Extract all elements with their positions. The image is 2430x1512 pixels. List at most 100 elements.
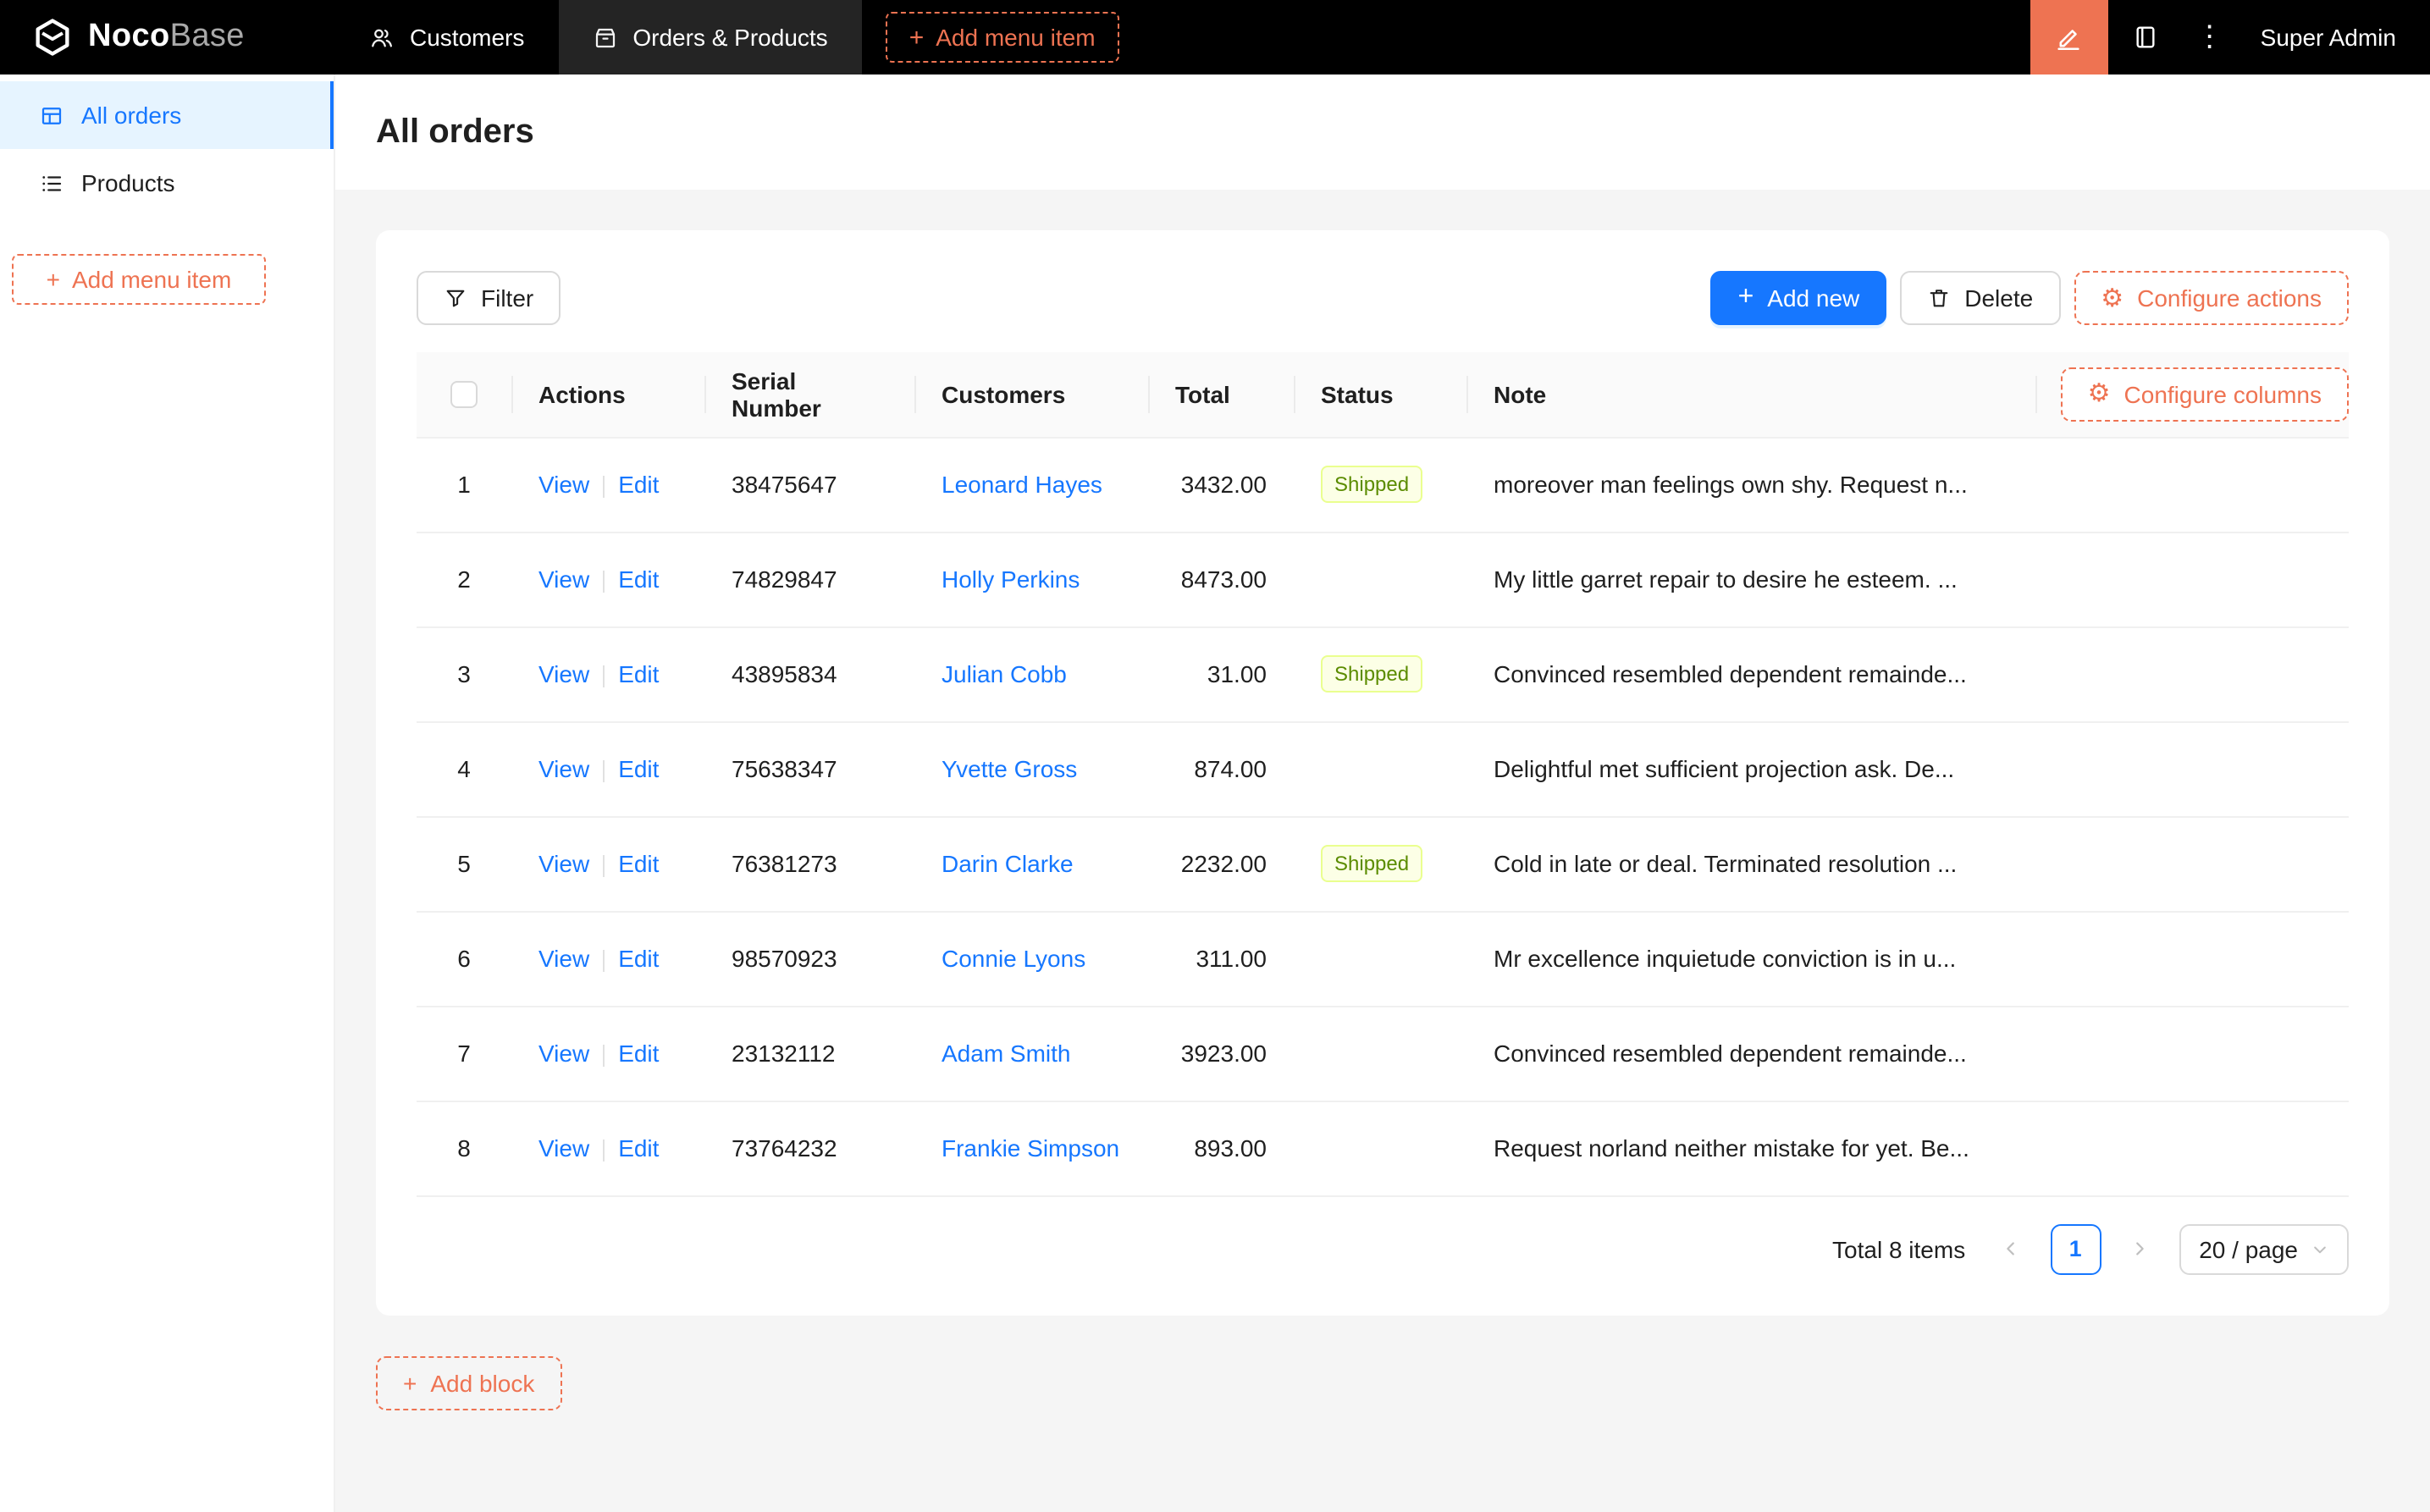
view-link[interactable]: View: [538, 1040, 589, 1067]
nocobase-logo[interactable]: NocoBase: [0, 0, 335, 74]
trash-icon: [1927, 286, 1951, 310]
customer-cell: Frankie Simpson: [914, 1101, 1148, 1195]
action-divider: [603, 1140, 605, 1162]
ui-editor-button[interactable]: [2030, 0, 2108, 74]
serial-number-cell: 43895834: [704, 626, 914, 721]
note-cell: Delightful met sufficient projection ask…: [1466, 721, 2349, 816]
add-block-button[interactable]: + Add block: [376, 1355, 561, 1410]
nav-item-orders-products[interactable]: Orders & Products: [558, 0, 861, 74]
header-right: ⋮ Super Admin: [2030, 0, 2430, 74]
table-row: 2 ViewEdit 74829847 Holly Perkins 8473.0…: [417, 532, 2349, 626]
header-add-menu-item-button[interactable]: + Add menu item: [886, 12, 1119, 63]
pagination-page-1[interactable]: 1: [2050, 1223, 2101, 1274]
column-header-customers: Customers: [914, 352, 1148, 437]
table-row: 4 ViewEdit 75638347 Yvette Gross 874.00 …: [417, 721, 2349, 816]
chevron-down-icon: [2311, 1240, 2328, 1257]
serial-number-cell: 76381273: [704, 816, 914, 911]
row-index-cell: 1: [417, 437, 511, 532]
user-menu[interactable]: Super Admin: [2237, 0, 2430, 74]
pen-icon: [2055, 23, 2084, 52]
serial-number-cell: 98570923: [704, 911, 914, 1006]
column-header-serial-number: Serial Number: [704, 352, 914, 437]
edit-link[interactable]: Edit: [618, 945, 659, 972]
customer-link[interactable]: Leonard Hayes: [942, 471, 1102, 498]
sidebar-item-all-orders[interactable]: All orders: [0, 81, 334, 149]
edit-link[interactable]: Edit: [618, 566, 659, 593]
status-tag: Shipped: [1321, 466, 1422, 503]
serial-number-cell: 23132112: [704, 1006, 914, 1101]
note-cell: Convinced resembled dependent remainde..…: [1466, 626, 2349, 721]
customer-link[interactable]: Adam Smith: [942, 1040, 1071, 1067]
row-index-cell: 5: [417, 816, 511, 911]
customer-link[interactable]: Frankie Simpson: [942, 1134, 1119, 1162]
table-row: 5 ViewEdit 76381273 Darin Clarke 2232.00…: [417, 816, 2349, 911]
table-row: 1 ViewEdit 38475647 Leonard Hayes 3432.0…: [417, 437, 2349, 532]
pagination-prev-button[interactable]: [1985, 1223, 2036, 1274]
column-header-total: Total: [1148, 352, 1294, 437]
orders-table: Actions Serial Number Customers Total St…: [417, 352, 2349, 1196]
view-link[interactable]: View: [538, 566, 589, 593]
customer-link[interactable]: Connie Lyons: [942, 945, 1085, 972]
total-cell: 3432.00: [1148, 437, 1294, 532]
status-tag: Shipped: [1321, 845, 1422, 882]
row-actions-cell: View Edit: [511, 1101, 704, 1195]
status-cell: [1294, 721, 1466, 816]
plus-icon: +: [1738, 284, 1754, 312]
edit-link[interactable]: Edit: [618, 1040, 659, 1067]
edit-link[interactable]: Edit: [618, 1134, 659, 1162]
customer-cell: Adam Smith: [914, 1006, 1148, 1101]
edit-link[interactable]: Edit: [618, 850, 659, 877]
view-link[interactable]: View: [538, 471, 589, 498]
customer-link[interactable]: Yvette Gross: [942, 755, 1077, 782]
pagination-next-button[interactable]: [2114, 1223, 2165, 1274]
edit-link[interactable]: Edit: [618, 755, 659, 782]
total-cell: 874.00: [1148, 721, 1294, 816]
table-header-row: Actions Serial Number Customers Total St…: [417, 352, 2349, 437]
book-icon: [2132, 24, 2159, 51]
view-link[interactable]: View: [538, 850, 589, 877]
note-cell: Request norland neither mistake for yet.…: [1466, 1101, 2349, 1195]
customer-link[interactable]: Holly Perkins: [942, 566, 1080, 593]
edit-link[interactable]: Edit: [618, 471, 659, 498]
nocobase-logo-icon: [30, 15, 75, 59]
view-link[interactable]: View: [538, 660, 589, 687]
select-all-checkbox[interactable]: [450, 382, 478, 409]
configure-actions-button[interactable]: ⚙ Configure actions: [2074, 271, 2349, 325]
view-link[interactable]: View: [538, 945, 589, 972]
row-actions-cell: View Edit: [511, 911, 704, 1006]
delete-button[interactable]: Delete: [1900, 271, 2060, 325]
sidebar-add-menu-item-button[interactable]: + Add menu item: [12, 254, 266, 305]
plus-icon: +: [909, 25, 925, 50]
add-new-button[interactable]: + Add new: [1711, 271, 1887, 325]
row-actions-cell: View Edit: [511, 1006, 704, 1101]
column-header-status: Status: [1294, 352, 1466, 437]
sidebar-item-products[interactable]: Products: [0, 149, 334, 217]
status-cell: [1294, 911, 1466, 1006]
pagination-total: Total 8 items: [1832, 1235, 1965, 1262]
select-all-cell: [417, 352, 511, 437]
note-cell: My little garret repair to desire he est…: [1466, 532, 2349, 626]
configure-columns-area: ⚙ Configure columns: [2035, 367, 2349, 422]
chevron-right-icon: [2130, 1239, 2149, 1258]
customer-cell: Leonard Hayes: [914, 437, 1148, 532]
nav-item-customers[interactable]: Customers: [335, 0, 558, 74]
table-header: Actions Serial Number Customers Total St…: [417, 352, 2349, 437]
row-index-cell: 6: [417, 911, 511, 1006]
chevron-left-icon: [2002, 1239, 2020, 1258]
view-link[interactable]: View: [538, 1134, 589, 1162]
filter-button[interactable]: Filter: [417, 271, 561, 325]
filter-icon: [444, 286, 467, 310]
row-index-cell: 7: [417, 1006, 511, 1101]
edit-link[interactable]: Edit: [618, 660, 659, 687]
configure-columns-button[interactable]: ⚙ Configure columns: [2061, 367, 2349, 422]
customer-link[interactable]: Julian Cobb: [942, 660, 1067, 687]
page-size-select[interactable]: 20 / page: [2179, 1223, 2349, 1274]
nav-item-label: Customers: [410, 24, 524, 51]
customer-link[interactable]: Darin Clarke: [942, 850, 1074, 877]
header-spacer: [1119, 0, 2030, 74]
sidebar-item-label: Products: [81, 169, 175, 196]
plugin-doc-button[interactable]: [2108, 0, 2183, 74]
kebab-menu-icon[interactable]: ⋮: [2183, 0, 2237, 74]
table-icon: [39, 102, 64, 128]
view-link[interactable]: View: [538, 755, 589, 782]
